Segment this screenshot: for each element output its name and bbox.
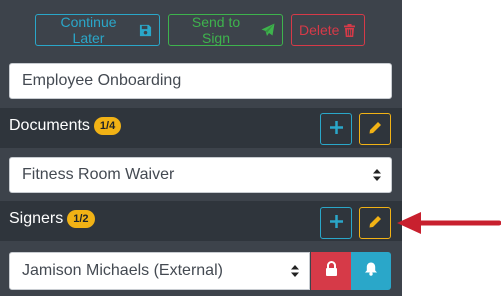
delete-button[interactable]: Delete	[291, 14, 365, 46]
trash-icon	[344, 23, 356, 37]
signers-heading: Signers 1/2	[9, 210, 95, 228]
delete-label: Delete	[299, 22, 340, 38]
documents-heading-label: Documents	[9, 117, 90, 134]
signer-select-value: Jamison Michaels (External)	[22, 262, 223, 279]
signer-select[interactable]: Jamison Michaels (External)	[9, 252, 310, 290]
pencil-icon	[368, 215, 382, 232]
documents-count-badge: 1/4	[93, 117, 122, 135]
continue-later-button[interactable]: Continue Later	[35, 14, 160, 46]
add-signer-button[interactable]	[320, 207, 352, 239]
edit-documents-button[interactable]	[359, 113, 391, 145]
pencil-icon	[368, 121, 382, 138]
lock-icon	[325, 261, 338, 281]
documents-heading: Documents 1/4	[9, 117, 122, 135]
send-to-sign-button[interactable]: Send to Sign	[168, 14, 283, 46]
plus-icon	[329, 121, 343, 137]
signers-section-header: Signers 1/2	[0, 201, 402, 241]
template-editor-panel: Continue Later Send to Sign Delete Emplo…	[0, 0, 402, 296]
template-title-value: Employee Onboarding	[22, 72, 182, 89]
select-caret-icon	[373, 169, 381, 181]
lock-signer-button[interactable]	[311, 252, 351, 290]
notify-signer-button[interactable]	[351, 252, 391, 290]
document-select[interactable]: Fitness Room Waiver	[9, 157, 392, 193]
signers-heading-label: Signers	[9, 210, 64, 227]
signers-count-badge: 1/2	[67, 210, 95, 228]
continue-later-label: Continue Later	[60, 14, 117, 46]
edit-signers-button[interactable]	[359, 207, 391, 239]
plus-icon	[329, 215, 343, 231]
send-to-sign-label: Send to Sign	[191, 14, 241, 46]
documents-section-header: Documents 1/4	[0, 108, 402, 148]
add-document-button[interactable]	[320, 113, 352, 145]
arrow-left-icon	[397, 212, 501, 234]
paper-plane-icon	[261, 23, 275, 37]
template-title-input[interactable]: Employee Onboarding	[9, 63, 392, 99]
select-caret-icon	[291, 265, 299, 277]
document-select-value: Fitness Room Waiver	[22, 166, 175, 183]
save-icon	[139, 24, 152, 37]
bell-icon	[364, 261, 378, 281]
action-toolbar: Continue Later Send to Sign Delete	[35, 14, 365, 46]
